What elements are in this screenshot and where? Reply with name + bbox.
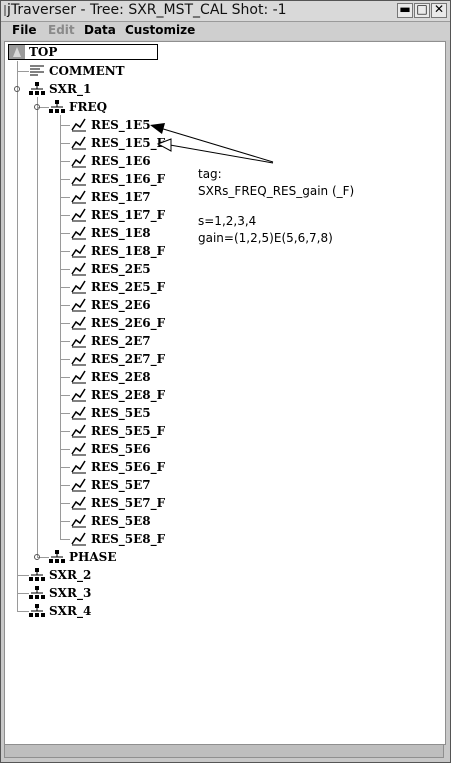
arrow-head-filled-icon <box>150 123 165 134</box>
close-button[interactable]: ✕ <box>431 2 447 18</box>
menu-file[interactable]: File <box>12 23 37 37</box>
arrow-line-res-1e5 <box>159 127 274 163</box>
jtraverser-window: jTraverser - Tree: SXR_MST_CAL Shot: -1 … <box>0 0 451 763</box>
close-icon: ✕ <box>433 2 445 16</box>
annotation-arrows <box>150 123 274 164</box>
minimize-button[interactable]: ▬ <box>397 2 413 18</box>
menu-bar: File Edit Data Customize <box>1 22 450 40</box>
title-bar[interactable]: jTraverser - Tree: SXR_MST_CAL Shot: -1 … <box>1 1 450 22</box>
arrow-line-res-1e5-f <box>169 144 274 164</box>
menu-data[interactable]: Data <box>84 23 116 37</box>
annotation-gain-values: gain=(1,2,5)E(5,6,7,8) <box>198 231 333 245</box>
minimize-icon: ▬ <box>399 2 411 16</box>
maximize-icon: □ <box>416 2 428 16</box>
annotation-tag-value: SXRs_FREQ_RES_gain (_F) <box>198 184 355 198</box>
horizontal-scrollbar[interactable] <box>4 744 444 758</box>
menu-edit[interactable]: Edit <box>48 23 75 37</box>
maximize-button[interactable]: □ <box>414 2 430 18</box>
arrow-head-open-icon <box>156 138 172 152</box>
tree-panel: TOP COMMENT SXR_1 FREQ RES_1E5 RES_1E5_F… <box>4 41 446 745</box>
annotation-s-values: s=1,2,3,4 <box>198 214 257 228</box>
annotation-tag-label: tag: <box>198 167 222 181</box>
window-title: jTraverser - Tree: SXR_MST_CAL Shot: -1 <box>7 2 287 18</box>
menu-customize[interactable]: Customize <box>125 23 195 37</box>
